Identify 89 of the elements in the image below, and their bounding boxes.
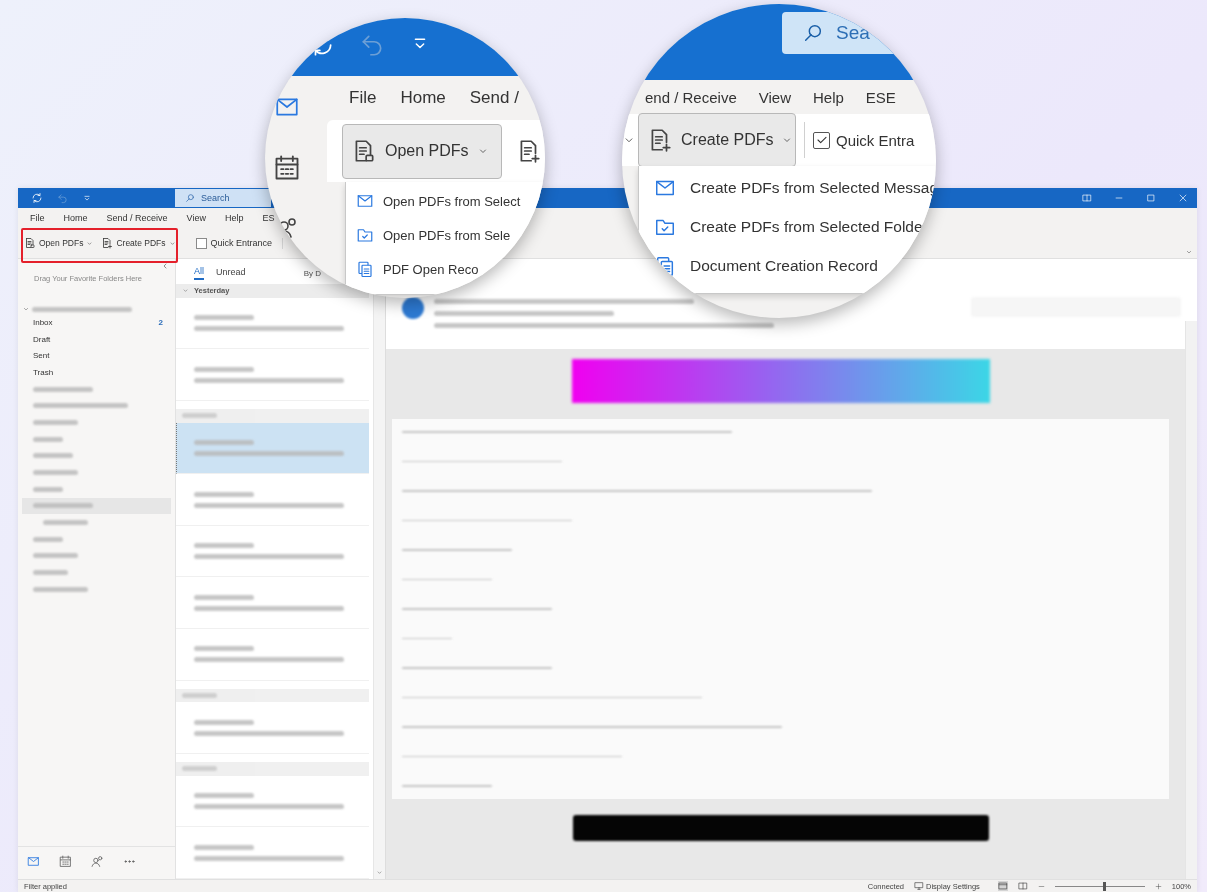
filter-tab[interactable]: Unread <box>216 267 246 280</box>
search-icon <box>802 22 824 44</box>
ribbon-tab[interactable]: Send / Receive <box>106 213 168 223</box>
collapse-icon[interactable] <box>161 262 169 270</box>
menu-item[interactable]: Open PDFs from Select <box>346 184 544 218</box>
blurred-text <box>194 646 254 652</box>
selected-message[interactable] <box>176 422 369 475</box>
blurred-text <box>33 453 73 459</box>
blurred-text <box>194 844 254 850</box>
zoom-in-icon[interactable] <box>1154 882 1162 890</box>
blurred-text <box>182 413 217 419</box>
menu-item[interactable]: Create PDFs from Selected Folde <box>639 207 936 246</box>
ribbon-button[interactable]: Open PDFs <box>22 233 96 253</box>
search-field[interactable]: Search <box>175 189 271 207</box>
dropdown-icon[interactable] <box>82 193 92 203</box>
blurred-text <box>194 543 254 549</box>
folder-item[interactable]: Inbox 2 <box>18 314 175 331</box>
close-icon[interactable] <box>1178 193 1188 203</box>
blurred-text <box>33 419 78 425</box>
ribbon-tab[interactable]: View <box>758 88 791 106</box>
ribbon-tab[interactable]: Help <box>224 213 244 223</box>
blurred-text <box>43 520 88 526</box>
unread-count: 2 <box>158 317 163 327</box>
avatar <box>402 297 424 319</box>
blurred-text <box>194 719 254 725</box>
ribbon-tab[interactable]: Home <box>63 213 88 223</box>
blurred-text <box>194 366 254 372</box>
reading-view-icon[interactable] <box>1017 881 1028 891</box>
slider-thumb[interactable] <box>1103 881 1107 891</box>
checkbox[interactable] <box>195 237 207 249</box>
scrollbar[interactable] <box>1185 321 1197 879</box>
collapse-ribbon-icon[interactable] <box>1185 248 1193 256</box>
ribbon-button[interactable]: Create PDFs <box>99 233 178 253</box>
folder-item[interactable]: Sent <box>18 347 175 365</box>
ribbon-tab[interactable]: end / Receive <box>645 88 737 106</box>
blurred-text <box>33 470 78 476</box>
menu-item[interactable]: Open PDFs from Sele <box>346 218 544 252</box>
blurred-text <box>33 486 63 492</box>
blurred-text <box>182 766 217 772</box>
ribbon-button[interactable]: Create PDFs <box>638 113 796 167</box>
blurred-text <box>33 536 63 542</box>
scroll-down-icon <box>376 869 383 876</box>
checkbox[interactable] <box>813 131 830 149</box>
blurred-text <box>182 693 217 698</box>
normal-view-icon[interactable] <box>997 881 1008 891</box>
ribbon-tab[interactable]: ES <box>262 213 275 223</box>
calendar-icon[interactable] <box>273 154 301 182</box>
envelope-icon <box>356 192 374 210</box>
ribbon-tab[interactable]: View <box>186 213 206 223</box>
ribbon-button[interactable]: Open PDFs <box>342 123 502 179</box>
ribbon-tab[interactable]: File <box>30 213 45 223</box>
menu-item[interactable]: PDF Open Reco <box>346 252 544 286</box>
ribbon-tab[interactable]: File <box>349 88 377 108</box>
blurred-text <box>33 386 93 392</box>
blurred-text <box>33 436 63 442</box>
search-icon <box>185 193 195 203</box>
checkbox-label: Quick Entra <box>836 131 915 149</box>
filter-tab[interactable]: All <box>194 266 204 281</box>
blurred-text <box>194 594 254 600</box>
ribbon-tab[interactable]: Home <box>400 88 446 108</box>
ribbon-tab[interactable]: ESE <box>865 88 896 106</box>
monitor-icon <box>914 881 925 891</box>
undo-icon[interactable] <box>57 192 68 204</box>
blurred-text <box>194 315 254 320</box>
blurred-text <box>194 793 254 799</box>
menu-item[interactable]: Document Creation Record <box>639 246 936 285</box>
expand-icon[interactable] <box>22 305 30 313</box>
blurred-text <box>194 440 254 445</box>
folder-item[interactable]: Trash <box>18 364 175 381</box>
chevron-icon <box>182 287 189 295</box>
document-icon <box>24 237 36 249</box>
mail-icon[interactable] <box>27 854 40 868</box>
maximize-icon[interactable] <box>1146 193 1156 203</box>
blurred-text <box>33 570 68 576</box>
folder-item[interactable]: Draft <box>18 330 175 348</box>
blurred-text <box>194 491 254 497</box>
sync-icon[interactable] <box>31 192 43 204</box>
ribbon-tab[interactable]: Help <box>813 88 844 106</box>
folder-check-icon <box>356 226 374 244</box>
ribbon-tab[interactable]: Send / <box>469 88 519 108</box>
blurred-text <box>33 553 78 559</box>
checkbox-label: Quick Entrance <box>210 238 273 248</box>
blurred-text <box>33 503 93 509</box>
document-plus-icon <box>101 237 114 249</box>
caret-icon <box>86 239 94 247</box>
caret-icon <box>168 239 176 247</box>
restore-layout-icon[interactable] <box>1082 193 1092 203</box>
blurred-text <box>33 586 88 592</box>
documents-icon <box>356 260 374 278</box>
